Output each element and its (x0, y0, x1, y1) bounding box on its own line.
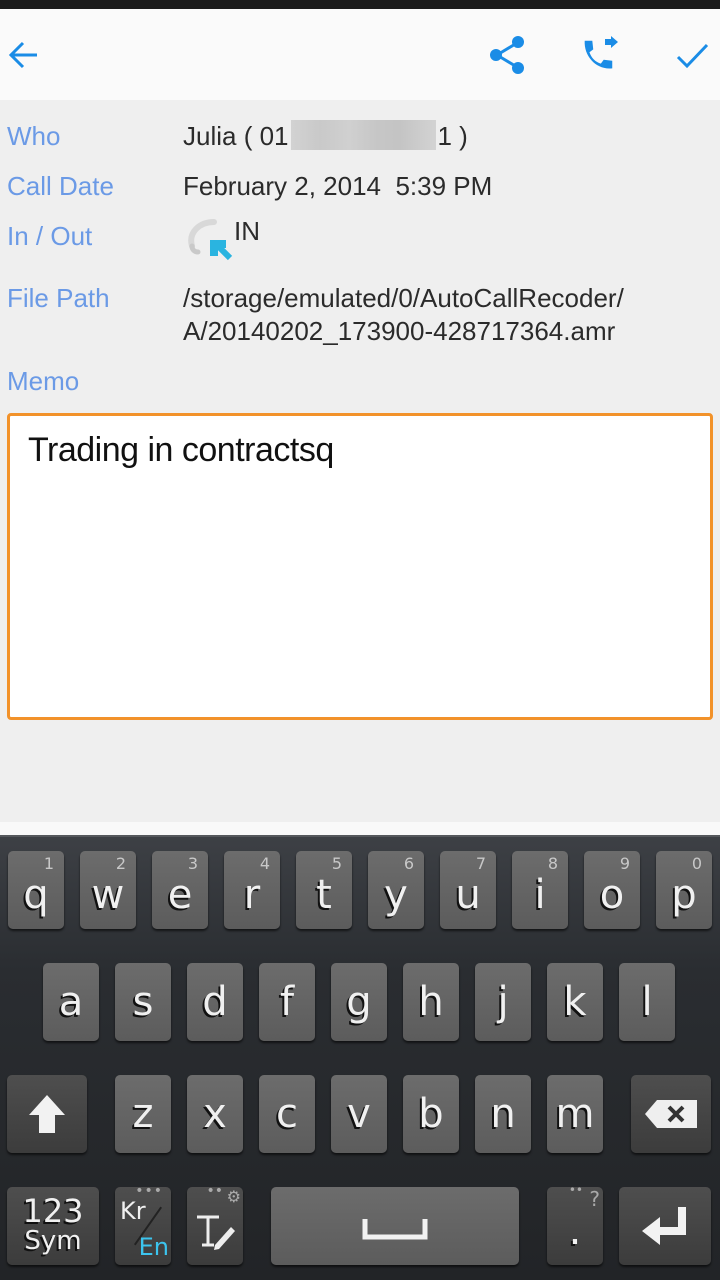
key-hint: 8 (547, 854, 558, 873)
key-label: y (384, 872, 408, 918)
redacted-number (290, 120, 436, 150)
key-y[interactable]: 6y (368, 851, 424, 929)
memo-input[interactable]: Trading in contractsq (7, 413, 713, 720)
memo-label: Memo (7, 366, 80, 396)
backspace-icon (645, 1100, 697, 1128)
key-label: r (243, 872, 261, 918)
key-label: p (671, 872, 697, 918)
key-f[interactable]: f (259, 963, 315, 1041)
key-hint: 9 (619, 854, 630, 873)
key-v[interactable]: v (331, 1075, 387, 1153)
key-hint: 0 (691, 854, 702, 873)
key-n[interactable]: n (475, 1075, 531, 1153)
more-dots-icon: •• (206, 1183, 223, 1199)
contact-number-suffix: 1 ) (437, 121, 468, 151)
key-label: u (455, 872, 481, 918)
status-bar (0, 0, 720, 9)
share-button[interactable] (483, 31, 531, 79)
key-label: w (91, 872, 125, 918)
key-label: o (599, 872, 625, 918)
key-x[interactable]: x (187, 1075, 243, 1153)
key-label: t (316, 872, 332, 918)
symbols-key[interactable]: 123 Sym (7, 1187, 99, 1265)
shift-key[interactable] (7, 1075, 87, 1153)
call-forward-button[interactable] (577, 31, 625, 79)
key-r[interactable]: 4r (224, 851, 280, 929)
backspace-key[interactable] (631, 1075, 711, 1153)
action-bar (0, 9, 720, 100)
key-j[interactable]: j (475, 963, 531, 1041)
space-bar-icon (362, 1219, 428, 1240)
who-label: Who (7, 121, 61, 151)
period-label: . (568, 1208, 582, 1254)
file-path-value: /storage/emulated/0/AutoCallRecoder/ A/2… (183, 282, 624, 348)
key-c[interactable]: c (259, 1075, 315, 1153)
key-hint: 4 (259, 854, 270, 873)
text-edit-icon (197, 1215, 235, 1250)
key-l[interactable]: l (619, 963, 675, 1041)
key-u[interactable]: 7u (440, 851, 496, 929)
key-i[interactable]: 8i (512, 851, 568, 929)
in-out-label: In / Out (7, 221, 93, 251)
lang-kr-label: Kr (120, 1197, 146, 1225)
key-hint: 1 (43, 854, 54, 873)
period-hint: ? (589, 1187, 600, 1211)
key-hint: 5 (331, 854, 342, 873)
call-detail-panel: Who Julia ( 01 1 ) Call Date February 2, … (0, 100, 720, 935)
key-label: i (534, 872, 546, 918)
settings-gear-icon: ⚙ (226, 1187, 241, 1206)
key-z[interactable]: z (115, 1075, 171, 1153)
key-hint: 7 (475, 854, 486, 873)
share-icon (490, 36, 524, 74)
contact-name: Julia ( 01 (183, 121, 289, 151)
arrow-left-icon (8, 41, 37, 69)
space-key[interactable] (271, 1187, 519, 1265)
key-g[interactable]: g (331, 963, 387, 1041)
shift-arrow-icon (29, 1095, 65, 1133)
enter-key[interactable] (619, 1187, 711, 1265)
key-e[interactable]: 3e (152, 851, 208, 929)
key-h[interactable]: h (403, 963, 459, 1041)
call-date-value: February 2, 2014 5:39 PM (183, 171, 493, 201)
phone-forward-icon (584, 36, 618, 69)
symbols-key-bottom: Sym (24, 1226, 82, 1256)
file-path-label: File Path (7, 283, 110, 313)
key-hint: 6 (403, 854, 414, 873)
key-m[interactable]: m (547, 1075, 603, 1153)
symbols-key-top: 123 (22, 1192, 84, 1230)
in-out-value: IN (186, 216, 264, 262)
key-d[interactable]: d (187, 963, 243, 1041)
key-w[interactable]: 2w (80, 851, 136, 929)
key-k[interactable]: k (547, 963, 603, 1041)
language-toggle-key[interactable]: ••• Kr En (115, 1183, 171, 1265)
more-dots-icon: •• (568, 1183, 583, 1197)
file-path-line-2: A/20140202_173900-428717364.amr (183, 316, 616, 346)
key-p[interactable]: 0p (656, 851, 712, 929)
key-o[interactable]: 9o (584, 851, 640, 929)
memo-text[interactable]: Trading in contractsq (28, 431, 334, 470)
period-key[interactable]: •• ? . (547, 1183, 603, 1265)
call-date-label: Call Date (7, 171, 114, 201)
soft-keyboard: 1q 2w 3e 4r 5t 6y 7u 8i 9o 0p a s d f g … (0, 835, 720, 1280)
key-t[interactable]: 5t (296, 851, 352, 929)
checkmark-icon (676, 43, 709, 69)
incoming-call-icon (188, 219, 233, 261)
key-q[interactable]: 1q (8, 851, 64, 929)
key-hint: 2 (115, 854, 126, 873)
who-value: Julia ( 01 1 ) (183, 120, 468, 153)
enter-icon (642, 1207, 686, 1245)
lang-en-label: En (138, 1233, 169, 1261)
key-label: e (167, 872, 193, 918)
key-s[interactable]: s (115, 963, 171, 1041)
file-path-line-1: /storage/emulated/0/AutoCallRecoder/ (183, 283, 624, 313)
confirm-button[interactable] (668, 31, 716, 79)
back-button[interactable] (0, 31, 48, 79)
key-label: q (23, 872, 49, 918)
key-b[interactable]: b (403, 1075, 459, 1153)
call-direction: IN (234, 215, 260, 246)
key-hint: 3 (187, 854, 198, 873)
key-a[interactable]: a (43, 963, 99, 1041)
text-edit-key[interactable]: •• ⚙ (187, 1183, 243, 1265)
